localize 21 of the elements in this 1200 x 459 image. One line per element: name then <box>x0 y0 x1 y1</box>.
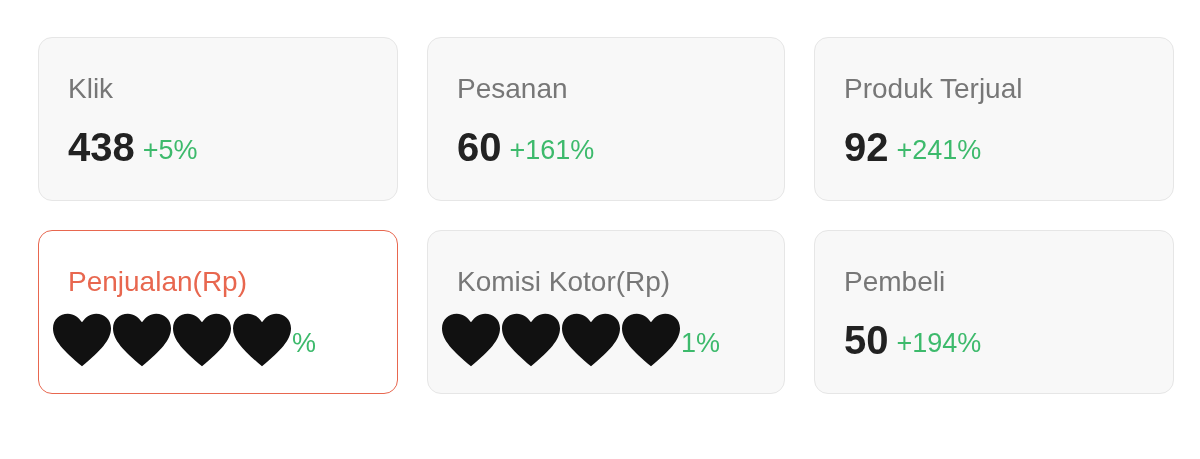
metric-change: +194% <box>896 327 982 359</box>
metric-change: +241% <box>896 134 982 166</box>
metric-change: +5% <box>142 134 198 166</box>
metric-value: 60 <box>457 124 502 170</box>
metric-label: Penjualan(Rp) <box>68 265 248 299</box>
metric-change: % <box>292 327 316 359</box>
metric-label: Pembeli <box>844 265 947 299</box>
metric-change: 1% <box>681 327 721 359</box>
metric-label: Klik <box>68 72 115 106</box>
metric-card[interactable]: Pembeli 50 +194% <box>814 230 1174 394</box>
metric-value: 50 <box>844 317 889 363</box>
metric-card[interactable]: Komisi Kotor(Rp) 1% <box>427 230 785 394</box>
metric-label: Produk Terjual <box>844 72 1024 106</box>
metric-label: Komisi Kotor(Rp) <box>457 265 672 299</box>
metric-change: +161% <box>509 134 595 166</box>
metric-card[interactable]: Produk Terjual 92 +241% <box>814 37 1174 201</box>
metric-value: 92 <box>844 124 889 170</box>
metric-card[interactable]: Klik 438 +5% <box>38 37 398 201</box>
metric-value: 438 <box>68 124 135 170</box>
metric-label: Pesanan <box>457 72 569 106</box>
metric-card[interactable]: Pesanan 60 +161% <box>427 37 785 201</box>
